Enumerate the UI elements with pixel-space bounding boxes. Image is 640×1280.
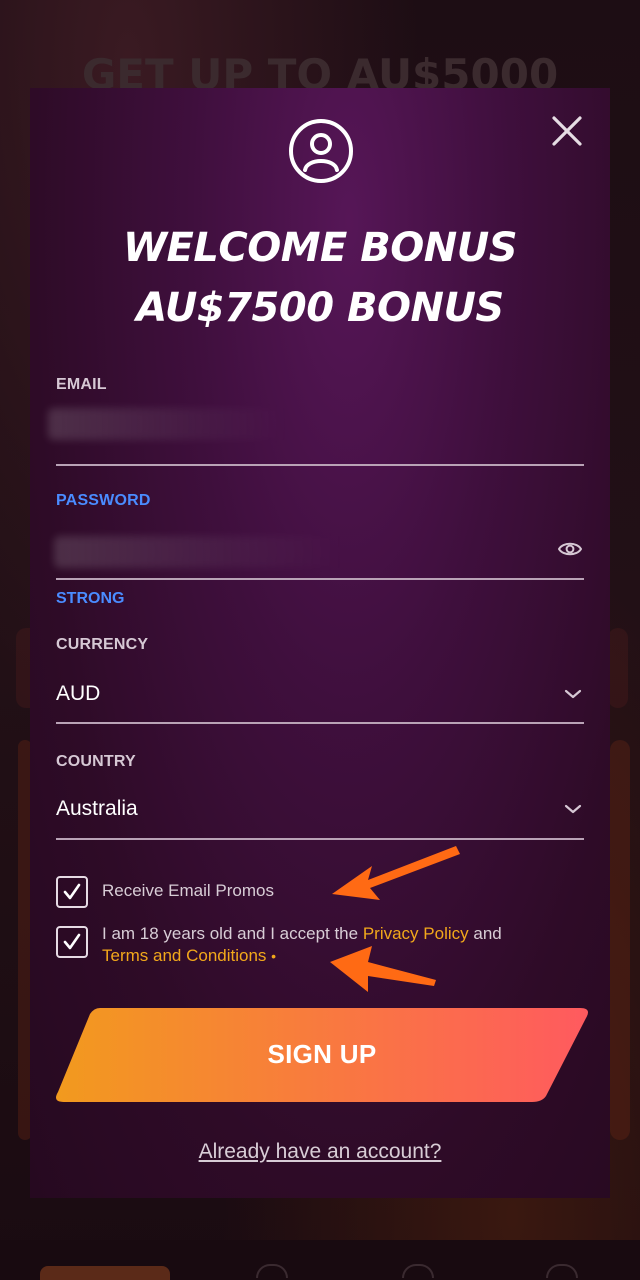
password-field[interactable]: PASSWORD STRONG (54, 492, 584, 612)
privacy-policy-link[interactable]: Privacy Policy (363, 924, 469, 943)
checkmark-icon (63, 933, 81, 950)
background-nav-icon (256, 1264, 288, 1278)
terms-text: I am 18 years old and I accept the Priva… (102, 923, 582, 967)
email-field[interactable]: EMAIL (48, 376, 584, 468)
terms-text-and: and (468, 924, 502, 943)
background-bottom-nav (0, 1240, 640, 1280)
show-password-eye-icon[interactable] (558, 540, 582, 558)
chevron-down-icon[interactable] (564, 688, 582, 700)
signup-button-label: SIGN UP (267, 1039, 377, 1069)
password-underline (56, 578, 584, 580)
chevron-down-icon[interactable] (564, 803, 582, 815)
signup-modal: WELCOME BONUS AU$7500 BONUS EMAIL PASSWO… (30, 88, 610, 1198)
user-avatar-icon (289, 119, 353, 183)
email-underline (56, 464, 584, 466)
email-value-blurred (48, 408, 288, 440)
background-nav-icon (402, 1264, 434, 1278)
login-link[interactable]: Already have an account? (30, 1140, 610, 1164)
background-card (610, 740, 630, 1140)
email-promos-label: Receive Email Promos (102, 881, 274, 900)
close-icon[interactable] (550, 114, 584, 148)
checkmark-icon (63, 883, 81, 900)
country-underline (56, 838, 584, 840)
required-marker: • (271, 948, 277, 964)
terms-and-conditions-link[interactable]: Terms and Conditions (102, 946, 266, 965)
country-select[interactable]: COUNTRY Australia (56, 753, 584, 845)
welcome-title-line2: AU$7500 BONUS (136, 285, 504, 331)
currency-underline (56, 722, 584, 724)
currency-label: CURRENCY (56, 636, 149, 653)
password-label: PASSWORD (56, 492, 151, 509)
country-label: COUNTRY (56, 753, 136, 770)
email-promos-option: Receive Email Promos (56, 876, 586, 912)
signup-button[interactable]: SIGN UP (52, 1004, 592, 1104)
background-card (608, 628, 628, 708)
welcome-title: WELCOME BONUS AU$7500 BONUS (30, 218, 610, 338)
email-promos-checkbox[interactable] (56, 876, 88, 908)
background-nav-icon (546, 1264, 578, 1278)
password-strength-indicator: STRONG (56, 590, 125, 607)
terms-checkbox[interactable] (56, 926, 88, 958)
currency-select[interactable]: CURRENCY AUD (56, 636, 584, 728)
terms-option: I am 18 years old and I accept the Priva… (56, 923, 586, 976)
terms-text-prefix: I am 18 years old and I accept the (102, 924, 363, 943)
welcome-title-line1: WELCOME BONUS (122, 225, 518, 271)
currency-value: AUD (56, 682, 101, 705)
background-nav-button (40, 1266, 170, 1280)
country-value: Australia (56, 797, 138, 820)
password-value-blurred (54, 536, 344, 568)
email-label: EMAIL (56, 376, 107, 393)
